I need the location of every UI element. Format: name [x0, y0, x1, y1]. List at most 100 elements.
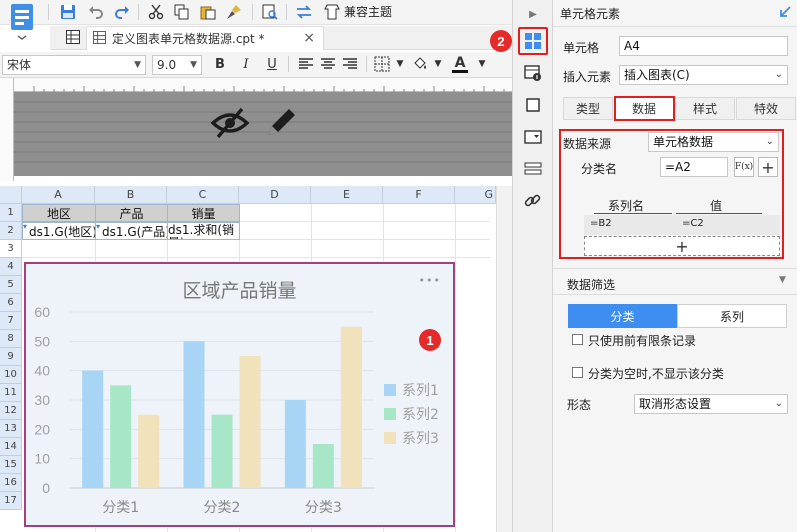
column-header-f[interactable]: F: [383, 186, 455, 204]
data-source-label: 数据来源: [563, 137, 612, 151]
redo-icon[interactable]: [112, 2, 132, 22]
add-category-button[interactable]: +: [758, 157, 778, 177]
row-header[interactable]: 9: [0, 348, 22, 366]
chart-plot: 0 10 20 30 40 50 60 分类1 分类2 分类3 系列1 系列2 系列3: [34, 304, 439, 516]
row-header[interactable]: 5: [0, 276, 22, 294]
select-all-corner[interactable]: [0, 186, 22, 204]
filter-series-button[interactable]: 系列: [677, 304, 787, 328]
font-size-select[interactable]: 9.0 ▼: [152, 55, 202, 75]
column-header-a[interactable]: A: [22, 186, 95, 204]
report-body-design-area[interactable]: [14, 92, 512, 177]
row-header[interactable]: 6: [0, 294, 22, 312]
tab-style[interactable]: 样式: [675, 97, 735, 120]
tab-effect[interactable]: 特效: [736, 97, 796, 120]
row-header[interactable]: 7: [0, 312, 22, 330]
save-icon[interactable]: [58, 2, 78, 22]
chevron-down-icon[interactable]: ▼: [428, 54, 448, 74]
border-icon[interactable]: [372, 54, 392, 74]
bar: [138, 414, 160, 488]
widget-box-icon[interactable]: [522, 94, 544, 116]
chart-container[interactable]: 区域产品销量 ••• 0 10 20 30 40 50 60 分类1 分类2 分类3 系列1 系列2 系…: [24, 262, 455, 527]
paste-icon[interactable]: [198, 2, 218, 22]
vertical-ruler: [0, 78, 14, 181]
row-header[interactable]: 14: [0, 438, 22, 456]
font-family-select[interactable]: 宋体 ▼: [2, 55, 146, 75]
align-right-icon[interactable]: [340, 54, 360, 74]
font-color-button[interactable]: A: [450, 54, 470, 74]
column-header-c[interactable]: C: [167, 186, 239, 204]
vertical-scrollbar[interactable]: [496, 186, 512, 532]
top-n-checkbox[interactable]: [572, 334, 583, 345]
chevron-down-icon[interactable]: ▼: [472, 54, 492, 74]
condition-attribute-icon[interactable]: [522, 158, 544, 180]
row-header[interactable]: 8: [0, 330, 22, 348]
column-header-d[interactable]: D: [239, 186, 311, 204]
category-name-input[interactable]: =A2: [660, 157, 728, 177]
row-header[interactable]: 13: [0, 420, 22, 438]
switch-icon[interactable]: [294, 2, 314, 22]
cell-c2[interactable]: ds1.求和(销量): [167, 222, 240, 240]
form-value: 取消形态设置: [639, 397, 712, 411]
row-header[interactable]: 1: [0, 204, 22, 222]
cell-a1[interactable]: 地区: [22, 204, 96, 222]
format-brush-icon[interactable]: [224, 2, 244, 22]
row-header[interactable]: 10: [0, 366, 22, 384]
chevron-down-icon: ⌄: [774, 69, 783, 80]
formula-button[interactable]: F(x): [734, 157, 754, 177]
data-source-select[interactable]: 单元格数据 ⌄: [648, 132, 779, 152]
undo-icon[interactable]: [86, 2, 106, 22]
sheet-grid-icon[interactable]: [66, 30, 82, 46]
cell-input[interactable]: A4: [619, 36, 788, 56]
bar: [110, 385, 132, 488]
cell-b1[interactable]: 产品: [95, 204, 168, 222]
legend-swatch: [384, 384, 396, 396]
compat-theme-icon[interactable]: [322, 2, 342, 22]
cell-a2[interactable]: ds1.G(地区): [22, 222, 96, 240]
cell-element-icon[interactable]: [522, 30, 544, 52]
document-tab-close-button[interactable]: ×: [303, 30, 315, 46]
panel-divider: [553, 268, 797, 269]
row-header[interactable]: 11: [0, 384, 22, 402]
chevron-down-icon: ⌄: [765, 136, 774, 147]
bold-button[interactable]: B: [210, 54, 230, 74]
cut-icon[interactable]: [146, 2, 166, 22]
column-header-e[interactable]: E: [311, 186, 383, 204]
cell-c1[interactable]: 销量: [167, 204, 240, 222]
hide-eye-icon[interactable]: [210, 106, 250, 140]
cell-attribute-icon[interactable]: [522, 62, 544, 84]
row-header[interactable]: 15: [0, 456, 22, 474]
data-tab-highlight: [614, 96, 675, 121]
row-header[interactable]: 4: [0, 258, 22, 276]
row-header[interactable]: 17: [0, 492, 22, 510]
align-left-icon[interactable]: [296, 54, 316, 74]
row-header[interactable]: 2: [0, 222, 22, 240]
row-header[interactable]: 16: [0, 474, 22, 492]
filter-category-button[interactable]: 分类: [568, 304, 677, 328]
app-menu-icon[interactable]: [8, 3, 36, 41]
document-tab[interactable]: 定义图表单元格数据源.cpt * ×: [86, 26, 324, 50]
add-series-button[interactable]: +: [584, 236, 780, 256]
hyperlink-icon[interactable]: [522, 190, 544, 212]
tab-type[interactable]: 类型: [563, 97, 613, 120]
italic-button[interactable]: I: [236, 54, 256, 74]
edit-pencil-icon[interactable]: [264, 106, 298, 140]
collapse-panel-icon[interactable]: [778, 5, 794, 21]
cell-b2[interactable]: ds1.G(产品): [95, 222, 168, 240]
fill-color-icon[interactable]: [410, 54, 430, 74]
compat-theme-button[interactable]: 兼容主题: [344, 3, 392, 21]
collapse-arrow-icon[interactable]: ▶: [522, 3, 544, 25]
insert-element-select[interactable]: 插入图表(C) ⌄: [619, 65, 788, 85]
underline-button[interactable]: U: [262, 54, 282, 74]
column-header-b[interactable]: B: [95, 186, 167, 204]
row-header[interactable]: 12: [0, 402, 22, 420]
form-select[interactable]: 取消形态设置 ⌄: [634, 394, 788, 414]
chevron-down-icon[interactable]: ▼: [779, 275, 786, 285]
copy-icon[interactable]: [172, 2, 192, 22]
preview-icon[interactable]: [260, 2, 280, 22]
align-center-icon[interactable]: [318, 54, 338, 74]
chevron-down-icon[interactable]: ▼: [390, 54, 410, 74]
dropdown-widget-icon[interactable]: [522, 126, 544, 148]
hide-empty-checkbox[interactable]: [572, 367, 583, 378]
row-header[interactable]: 3: [0, 240, 22, 258]
column-header-g[interactable]: G: [455, 186, 496, 204]
